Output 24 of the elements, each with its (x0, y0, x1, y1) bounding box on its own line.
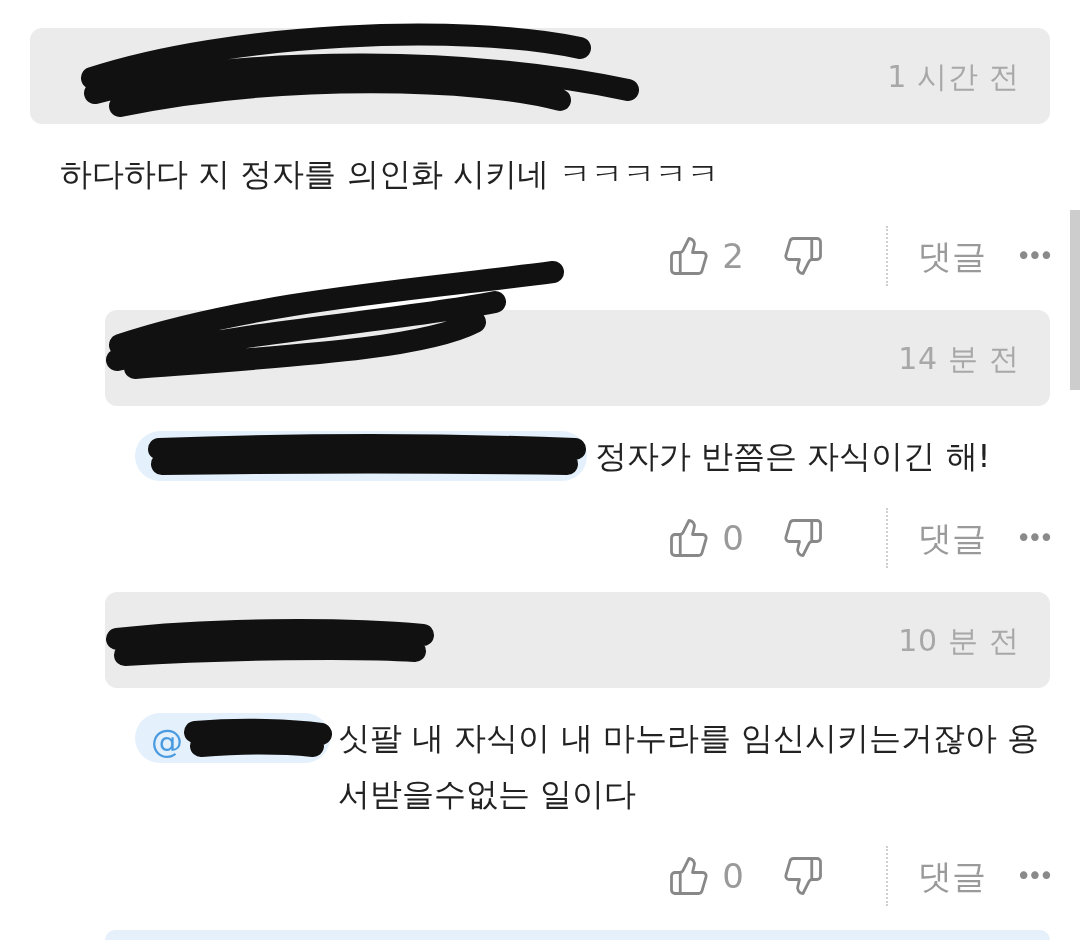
scrollbar[interactable] (1070, 210, 1080, 390)
thumbs-down-icon[interactable] (782, 855, 824, 897)
thumbs-up-icon[interactable] (668, 517, 711, 559)
thumbs-down-icon[interactable] (782, 235, 824, 277)
like-count: 0 (722, 859, 744, 893)
comment-time: 14 분 전 (898, 339, 1020, 378)
reply-button[interactable]: 댓글 (918, 859, 986, 893)
more-button[interactable]: ••• (1016, 525, 1050, 551)
reply-text: 정자가 반쯤은 자식이긴 해! (595, 436, 992, 477)
like-count: 2 (722, 239, 744, 273)
reply-button[interactable]: 댓글 (918, 239, 986, 273)
comment-text: 하다하다 지 정자를 의인화 시키네 ㅋㅋㅋㅋㅋ (60, 155, 719, 193)
mention-chip[interactable]: @ (135, 713, 330, 763)
thumbs-down-icon[interactable] (782, 517, 824, 559)
reply-button[interactable]: 댓글 (918, 521, 986, 555)
thumbs-up-icon[interactable] (668, 855, 711, 897)
comment-time: 1 시간 전 (887, 57, 1020, 96)
more-button[interactable]: ••• (1016, 863, 1050, 889)
thumbs-up-icon[interactable] (668, 235, 711, 277)
more-button[interactable]: ••• (1016, 243, 1050, 269)
comment-time: 10 분 전 (898, 621, 1020, 660)
reply-text: 싯팔 내 자식이 내 마누라를 임신시키는거잖아 용서받을수없는 일이다 (338, 718, 1041, 815)
mention-text: @ (151, 722, 183, 760)
like-count: 0 (722, 521, 744, 555)
